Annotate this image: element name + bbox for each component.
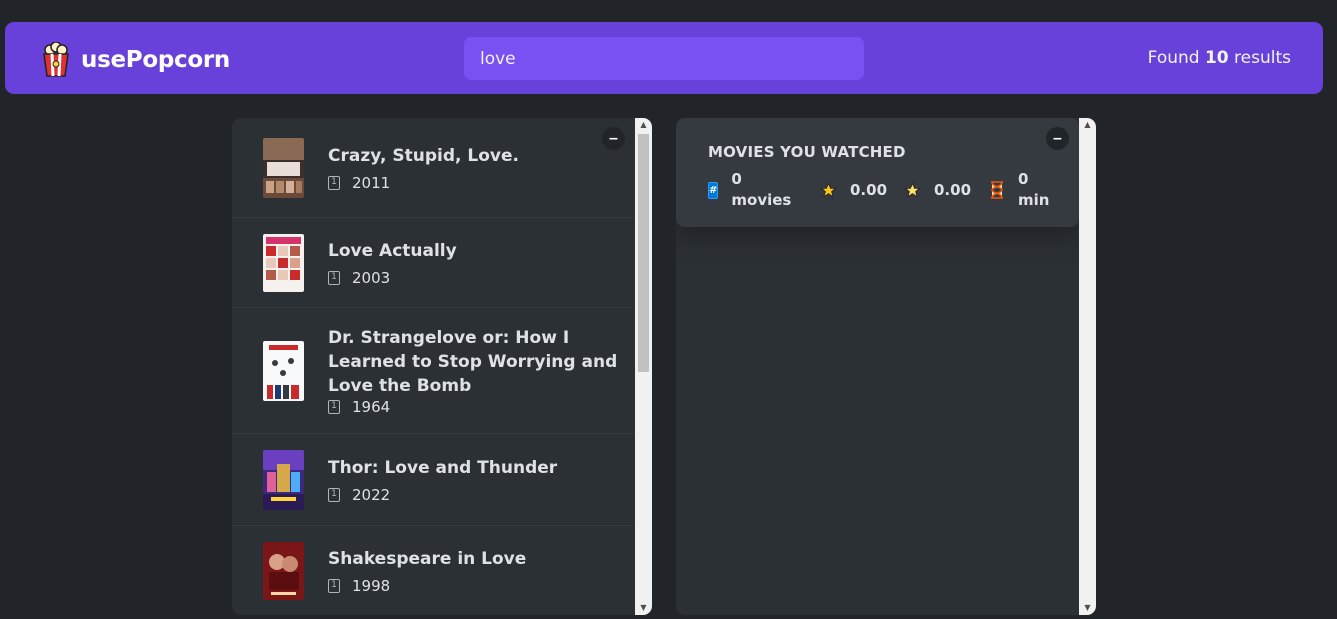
runtime-unit: min [1018,191,1050,209]
movie-list: Crazy, Stupid, Love. 1 2011 Love Actuall… [232,118,635,615]
calendar-icon: 1 [328,399,340,414]
imdb-rating: 0.00 [850,181,888,199]
movie-year: 1964 [352,397,391,416]
movie-title: Thor: Love and Thunder [328,457,558,478]
star-icon [820,181,837,199]
stat-movies-text: 0 movies [731,169,791,211]
movie-title: Love Actually [328,240,457,261]
movie-poster [263,541,304,600]
search-input[interactable] [464,37,864,80]
hourglass-icon [988,181,1005,199]
movie-item[interactable]: Shakespeare in Love 1 1998 [232,526,635,615]
movie-title: Dr. Strangelove or: How I Learned to Sto… [328,327,618,396]
hash-icon: # [708,181,719,199]
movie-item[interactable]: Love Actually 1 2003 [232,218,635,308]
scroll-up-arrow-icon[interactable]: ▲ [635,118,652,132]
summary-title: Movies you watched [708,143,906,161]
movie-poster [263,137,304,198]
stat-movies: # 0 movies [708,169,791,211]
stat-runtime-text: 0 min [1018,169,1049,211]
movie-item[interactable]: Crazy, Stupid, Love. 1 2011 [232,118,635,218]
calendar-icon: 1 [328,578,340,593]
movie-year-row: 1 1998 [328,577,526,595]
scroll-thumb[interactable] [638,134,649,372]
watched-scrollbar[interactable]: ▲ ▼ [1079,118,1096,615]
movie-poster [263,340,304,401]
collapse-watched-button[interactable]: – [1046,127,1069,150]
movie-year-row: 1 2022 [328,486,557,504]
app-title: usePopcorn [81,47,230,73]
movie-year-row: 1 2003 [328,269,457,287]
scroll-down-arrow-icon[interactable]: ▼ [635,601,652,615]
stat-runtime: 0 min [988,169,1049,211]
watched-summary: Movies you watched # 0 movies 0.00 0.00 [676,118,1079,227]
stat-user-rating: 0.00 [904,181,971,199]
popcorn-icon [43,42,69,77]
movies-count: 0 [731,170,742,188]
nav-bar: usePopcorn Found 10 results [5,22,1323,94]
results-suffix: results [1234,48,1291,68]
movie-year-row: 1 1964 [328,398,618,416]
calendar-icon: 1 [328,270,340,285]
scroll-down-arrow-icon[interactable]: ▼ [1079,601,1096,615]
movie-title: Shakespeare in Love [328,548,527,569]
user-rating: 0.00 [934,181,972,199]
movie-title: Crazy, Stupid, Love. [328,145,519,166]
movie-year-row: 1 2011 [328,174,519,192]
summary-stats: # 0 movies 0.00 0.00 0 min [708,169,1049,211]
movie-year: 2022 [352,485,391,504]
movie-year: 2003 [352,268,391,287]
movie-item[interactable]: Thor: Love and Thunder 1 2022 [232,434,635,526]
runtime-value: 0 [1018,170,1029,188]
logo: usePopcorn [41,42,230,78]
results-count: 10 [1204,48,1229,68]
calendar-icon: 1 [328,487,340,502]
results-count-text: Found 10 results [1148,48,1291,68]
scroll-up-arrow-icon[interactable]: ▲ [1079,118,1096,132]
results-scrollbar[interactable]: ▲ ▼ [635,118,652,615]
movie-year: 1998 [352,576,391,595]
movie-item[interactable]: Dr. Strangelove or: How I Learned to Sto… [232,308,635,434]
glowing-star-icon [904,181,921,199]
search-results-box: – Crazy, Stupid, Love. 1 2011 Love Actua… [232,118,652,615]
movie-year: 2011 [352,173,391,192]
results-prefix: Found [1147,48,1200,68]
movies-unit: movies [731,191,792,209]
calendar-icon: 1 [328,175,340,190]
movie-poster [263,449,304,510]
stat-imdb-rating: 0.00 [820,181,887,199]
movie-poster [263,233,304,292]
collapse-results-button[interactable]: – [602,127,625,150]
watched-box: Movies you watched # 0 movies 0.00 0.00 [676,118,1096,615]
